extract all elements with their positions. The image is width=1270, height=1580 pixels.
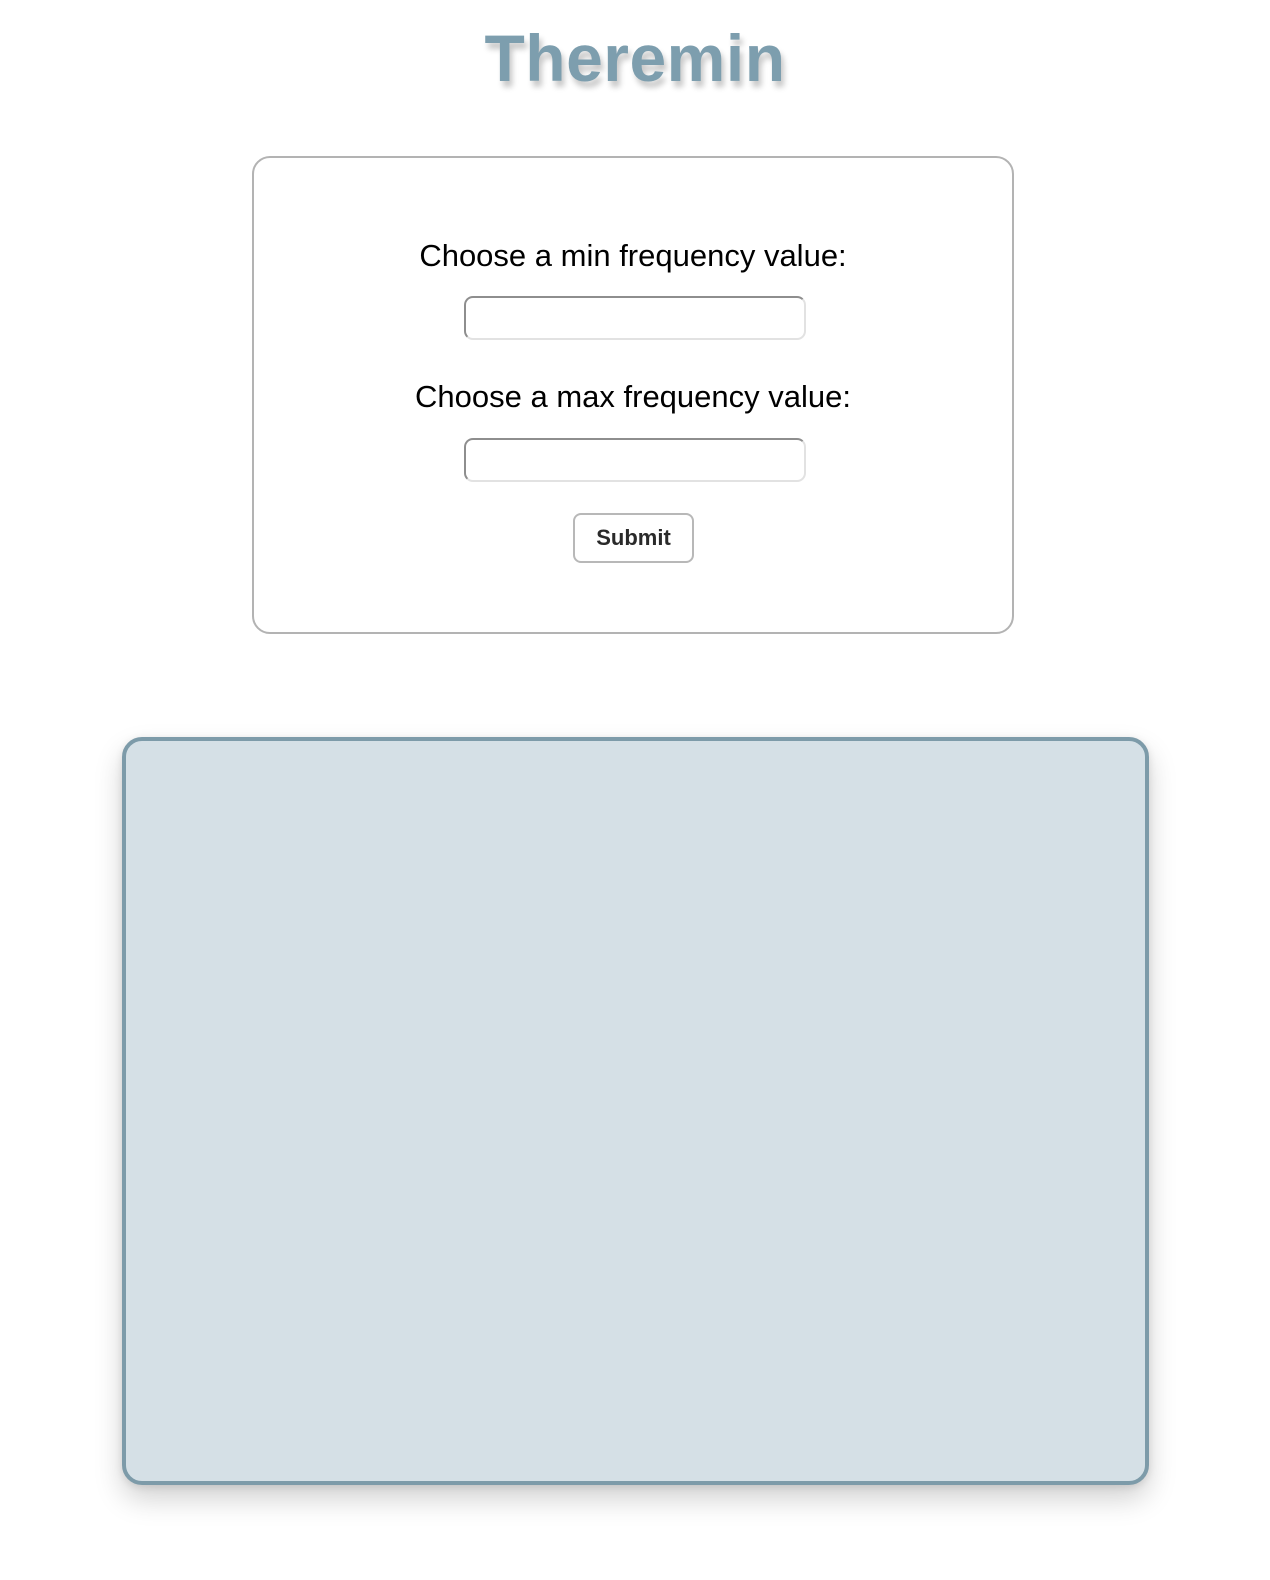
min-frequency-label: Choose a min frequency value: <box>419 238 847 273</box>
max-frequency-label: Choose a max frequency value: <box>415 379 851 414</box>
page-title: Theremin <box>484 21 786 95</box>
frequency-form: Choose a min frequency value: Choose a m… <box>252 156 1014 634</box>
theremin-play-area[interactable] <box>122 737 1149 1485</box>
submit-button[interactable]: Submit <box>573 513 694 563</box>
max-frequency-input[interactable] <box>464 438 806 482</box>
min-frequency-input[interactable] <box>464 296 806 340</box>
